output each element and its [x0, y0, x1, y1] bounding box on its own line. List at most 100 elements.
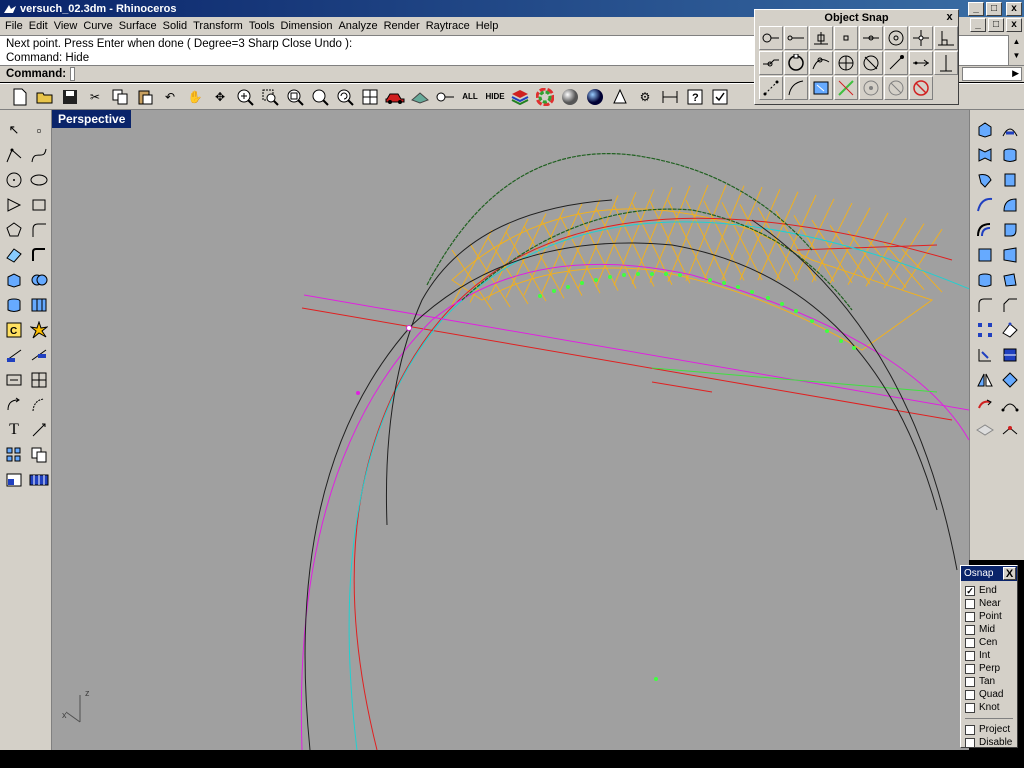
osnap-disable[interactable]: Disable: [965, 736, 1017, 749]
fillet-edge-icon[interactable]: [973, 293, 997, 317]
snap-near-icon[interactable]: [784, 26, 808, 50]
osnap-project[interactable]: Project: [965, 723, 1017, 736]
move-icon[interactable]: [973, 393, 997, 417]
snap-planar-icon[interactable]: [809, 76, 833, 100]
snap-vertical-icon[interactable]: [934, 51, 958, 75]
menu-tools[interactable]: Tools: [246, 20, 278, 32]
analyze-icon[interactable]: [998, 418, 1022, 442]
cut-icon[interactable]: ✂: [83, 85, 107, 109]
array-icon[interactable]: [2, 443, 26, 467]
osnap-checkbox[interactable]: [965, 724, 975, 735]
menu-raytrace[interactable]: Raytrace: [423, 20, 473, 32]
osnap-checkbox[interactable]: [965, 702, 975, 713]
surface-points-icon[interactable]: [2, 243, 26, 267]
shade-icon[interactable]: [408, 85, 432, 109]
menu-render[interactable]: Render: [381, 20, 423, 32]
explode-icon[interactable]: [27, 318, 51, 342]
rotate-icon[interactable]: [2, 393, 26, 417]
save-icon[interactable]: [58, 85, 82, 109]
curve-network-icon[interactable]: [973, 193, 997, 217]
help-icon[interactable]: ?: [683, 85, 707, 109]
command-input[interactable]: [70, 67, 76, 81]
ellipse-icon[interactable]: [27, 168, 51, 192]
rotate-view-icon[interactable]: ✥: [208, 85, 232, 109]
menu-solid[interactable]: Solid: [160, 20, 190, 32]
zoom-extents-icon[interactable]: [283, 85, 307, 109]
osnap-tan[interactable]: Tan: [965, 675, 1017, 688]
snap-ortho-icon[interactable]: [834, 76, 858, 100]
osnap-near[interactable]: Near: [965, 597, 1017, 610]
snap-between-icon[interactable]: [909, 51, 933, 75]
material-sphere-icon[interactable]: [558, 85, 582, 109]
boolean-union-icon[interactable]: [27, 268, 51, 292]
rectangle-icon[interactable]: [27, 193, 51, 217]
dimension-icon[interactable]: [658, 85, 682, 109]
snap-curve-icon[interactable]: [784, 76, 808, 100]
object-snap-close-button[interactable]: x: [943, 11, 956, 24]
orient-icon[interactable]: [998, 368, 1022, 392]
layers-icon[interactable]: [508, 85, 532, 109]
zoom-dynamic-icon[interactable]: [233, 85, 257, 109]
osnap-toggle-icon[interactable]: [433, 85, 457, 109]
mirror-icon[interactable]: [973, 368, 997, 392]
copy-object-icon[interactable]: [27, 443, 51, 467]
osnap-cen[interactable]: Cen: [965, 636, 1017, 649]
cylinder-icon[interactable]: [2, 293, 26, 317]
snap-project-icon[interactable]: [834, 51, 858, 75]
bend-icon[interactable]: [998, 393, 1022, 417]
rail-revolve-icon[interactable]: [998, 193, 1022, 217]
menu-transform[interactable]: Transform: [190, 20, 246, 32]
split-surface-icon[interactable]: [998, 343, 1022, 367]
blend-surface-icon[interactable]: [973, 218, 997, 242]
snap-knot-icon[interactable]: [809, 51, 833, 75]
box-icon[interactable]: [2, 268, 26, 292]
doc-minimize-button[interactable]: _: [970, 18, 986, 32]
scroll-down-icon[interactable]: ▼: [1009, 49, 1024, 63]
menu-edit[interactable]: Edit: [26, 20, 51, 32]
osnap-checkbox[interactable]: [965, 663, 975, 674]
rebuild-icon[interactable]: [998, 318, 1022, 342]
command-scrollbar[interactable]: ▶: [962, 67, 1022, 81]
sweep-icon[interactable]: [998, 118, 1022, 142]
osnap-checkbox[interactable]: [965, 637, 975, 648]
loft-icon[interactable]: [973, 143, 997, 167]
osnap-knot[interactable]: Knot: [965, 701, 1017, 714]
snap-mid-icon[interactable]: [834, 26, 858, 50]
copy-icon[interactable]: [108, 85, 132, 109]
new-file-icon[interactable]: [8, 85, 32, 109]
menu-help[interactable]: Help: [473, 20, 502, 32]
edge-surface-icon[interactable]: [998, 243, 1022, 267]
hidden-surface-icon[interactable]: [973, 418, 997, 442]
snap-disable-icon[interactable]: [859, 76, 883, 100]
show-all-button[interactable]: ALL: [458, 85, 482, 109]
undo-view-icon[interactable]: [333, 85, 357, 109]
osnap-checkbox[interactable]: [965, 598, 975, 609]
snap-smart-icon[interactable]: [759, 76, 783, 100]
scroll-right-icon[interactable]: ▶: [1012, 68, 1019, 79]
offset-surface-icon[interactable]: [998, 218, 1022, 242]
paste-icon[interactable]: [133, 85, 157, 109]
curve-icon[interactable]: [27, 143, 51, 167]
menu-curve[interactable]: Curve: [80, 20, 115, 32]
spotlight-icon[interactable]: [608, 85, 632, 109]
osnap-quad[interactable]: Quad: [965, 688, 1017, 701]
car-render-icon[interactable]: [383, 85, 407, 109]
point-icon[interactable]: ▫: [27, 118, 51, 142]
osnap-checkbox[interactable]: [965, 650, 975, 661]
properties-icon[interactable]: [708, 85, 732, 109]
command-history-scrollbar[interactable]: ▲ ▼: [1008, 35, 1024, 65]
render-window-icon[interactable]: [2, 468, 26, 492]
patch-icon[interactable]: [998, 268, 1022, 292]
planar-surface-icon[interactable]: [973, 243, 997, 267]
menu-dimension[interactable]: Dimension: [278, 20, 336, 32]
snap-end-icon[interactable]: [759, 26, 783, 50]
zoom-window-icon[interactable]: [258, 85, 282, 109]
snap-off-icon[interactable]: [884, 76, 908, 100]
mesh-icon[interactable]: [27, 293, 51, 317]
scroll-up-icon[interactable]: ▲: [1009, 35, 1024, 49]
open-folder-icon[interactable]: [33, 85, 57, 109]
color-wheel-icon[interactable]: [533, 85, 557, 109]
snap-perp-icon[interactable]: [934, 26, 958, 50]
join-icon[interactable]: [2, 368, 26, 392]
snap-int-icon[interactable]: [909, 26, 933, 50]
